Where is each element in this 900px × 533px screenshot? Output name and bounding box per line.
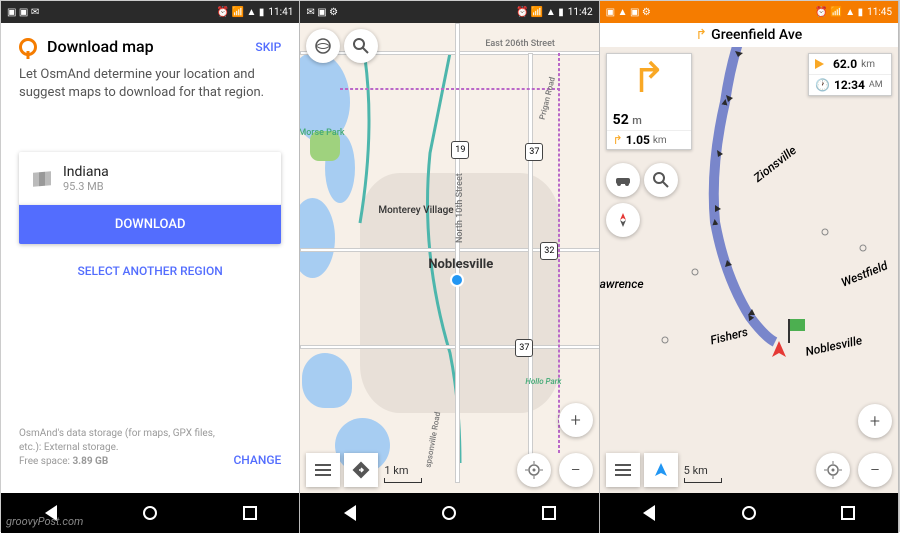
home-button[interactable] [739, 503, 759, 523]
skip-button[interactable]: SKIP [255, 40, 281, 54]
route-shield: 37 [515, 339, 533, 357]
status-time: 11:42 [568, 7, 593, 18]
status-time: 11:41 [268, 7, 293, 18]
map-label: East 206th Street [485, 39, 555, 49]
back-button[interactable] [340, 503, 360, 523]
status-bar: ▣ ▣ ✉ ⏰ 📶 ▲ ▮ 11:41 [1, 1, 299, 23]
route-shield: 19 [451, 141, 469, 159]
description-text: Let OsmAnd determine your location and s… [19, 66, 281, 102]
menu-button[interactable] [606, 453, 640, 487]
region-size: 95.3 MB [63, 180, 109, 193]
map-label: Monterey Village [378, 205, 453, 216]
next-turn-unit: km [653, 135, 667, 146]
android-nav-bar [600, 493, 898, 533]
status-bar: ▣ ▲ ▣ ⚙ ⏰ 📶 ▲ ▮ 11:45 [600, 1, 898, 23]
trip-info-box[interactable]: 62.0 km 🕐 12:34 AM [808, 53, 892, 96]
map-label: Hollo Park [525, 377, 561, 386]
clock-icon: 🕐 [815, 78, 830, 92]
profile-button[interactable] [606, 163, 640, 197]
turn-right-icon: ↱ [607, 54, 691, 110]
back-button[interactable] [639, 503, 659, 523]
eta-ampm: AM [869, 80, 883, 90]
map-label: North 10th Street [455, 173, 465, 243]
recents-button[interactable] [240, 503, 260, 523]
osmand-logo-icon [19, 38, 37, 56]
free-space-label: Free space: [19, 456, 72, 467]
locate-button[interactable] [517, 453, 551, 487]
eta-value: 12:34 [834, 78, 865, 92]
download-button[interactable]: DOWNLOAD [19, 205, 281, 244]
directions-button[interactable] [344, 453, 378, 487]
zoom-out-button[interactable]: − [559, 453, 593, 487]
remaining-unit: km [861, 59, 875, 70]
locate-button[interactable] [816, 453, 850, 487]
turn-dist-unit: m [632, 114, 642, 127]
scale-indicator: 5 km [684, 464, 722, 483]
map-label: Morse Park [300, 128, 344, 138]
menu-button[interactable] [306, 453, 340, 487]
navigation-arrow-button[interactable] [644, 453, 678, 487]
recents-button[interactable] [539, 503, 559, 523]
search-button[interactable] [644, 163, 678, 197]
region-name: Indiana [63, 164, 109, 180]
free-space-value: 3.89 GB [72, 456, 108, 467]
map-icon [33, 171, 51, 187]
region-card: Indiana 95.3 MB [19, 152, 281, 205]
zoom-in-button[interactable]: + [559, 403, 593, 437]
route-shield: 32 [540, 242, 558, 260]
next-turn-value: 1.05 [626, 133, 650, 147]
scale-indicator: 1 km [384, 464, 422, 483]
select-region-button[interactable]: SELECT ANOTHER REGION [19, 264, 281, 278]
page-title: Download map [47, 37, 245, 56]
map-canvas[interactable]: 19 37 32 37 East 206th Street Morse Park… [300, 23, 598, 493]
home-button[interactable] [439, 503, 459, 523]
flag-icon [815, 59, 829, 69]
zoom-out-button[interactable]: − [858, 453, 892, 487]
turn-dist-value: 52 [613, 112, 629, 128]
nav-map-canvas[interactable]: Zionsville awrence Fishers Noblesville W… [600, 47, 898, 493]
turn-instruction-box[interactable]: ↱ 52 m ↱1.05 km [606, 53, 692, 150]
remaining-value: 62.0 [833, 57, 857, 71]
zoom-in-button[interactable]: + [858, 404, 892, 438]
route-shield: 37 [525, 143, 543, 161]
map-label: Noblesville [428, 257, 493, 272]
android-nav-bar [300, 493, 598, 533]
status-time: 11:45 [867, 7, 892, 18]
recents-button[interactable] [838, 503, 858, 523]
next-street-title: ↱Greenfield Ave [600, 23, 898, 47]
compass-button[interactable] [606, 203, 640, 237]
storage-text: OsmAnd's data storage (for maps, GPX fil… [19, 428, 215, 453]
change-button[interactable]: CHANGE [233, 452, 281, 469]
watermark: groovyPost.com [6, 515, 83, 528]
status-bar: ✉ ▣ ⚙ ⏰ 📶 ▲ ▮ 11:42 [300, 1, 598, 23]
map-label: awrence [600, 277, 644, 291]
home-button[interactable] [140, 503, 160, 523]
